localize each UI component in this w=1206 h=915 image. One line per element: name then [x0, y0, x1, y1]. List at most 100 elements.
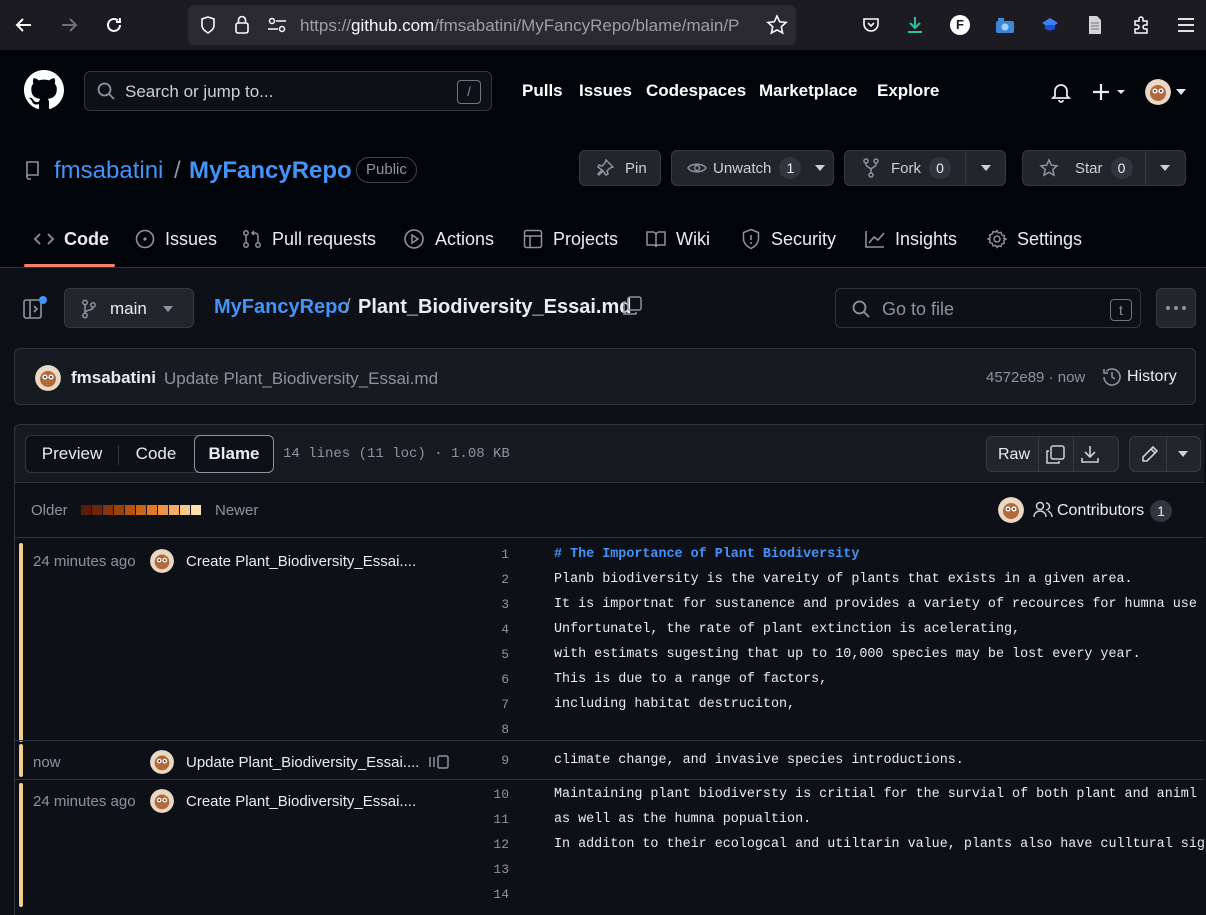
line-number[interactable]: 5: [479, 647, 509, 662]
commit-message[interactable]: Update Plant_Biodiversity_Essai.md: [164, 369, 438, 389]
history-icon[interactable]: [1101, 366, 1123, 388]
tab-pull-requests-label: Pull requests: [272, 228, 377, 249]
fork-button[interactable]: Fork 0: [844, 150, 1006, 186]
go-to-file-input[interactable]: Go to file t: [835, 288, 1141, 328]
code-line: In additon to their ecologcal and utilta…: [554, 837, 1204, 852]
pin-button[interactable]: Pin: [579, 150, 661, 186]
github-logo-icon[interactable]: [24, 70, 64, 110]
create-new-plus-icon[interactable]: [1091, 82, 1129, 102]
nav-pulls[interactable]: Pulls: [522, 81, 563, 101]
nav-codespaces[interactable]: Codespaces: [646, 81, 746, 101]
extension-cap-icon[interactable]: [1036, 11, 1064, 39]
line-number[interactable]: 6: [479, 672, 509, 687]
user-menu-caret-icon[interactable]: [1176, 89, 1186, 95]
profile-icon[interactable]: F: [946, 11, 974, 39]
line-number[interactable]: 10: [479, 787, 509, 802]
breadcrumb-repo-link[interactable]: MyFancyRepo: [214, 296, 350, 319]
line-number[interactable]: 1: [479, 547, 509, 562]
pencil-icon[interactable]: [1140, 444, 1160, 464]
lock-icon[interactable]: [232, 14, 252, 36]
shield-icon[interactable]: [198, 15, 218, 35]
line-number[interactable]: 13: [479, 862, 509, 877]
code-line: including habitat destruciton,: [554, 697, 796, 712]
line-number[interactable]: 4: [479, 622, 509, 637]
user-avatar[interactable]: [1145, 79, 1171, 105]
blame-author-avatar[interactable]: [150, 789, 174, 813]
line-number[interactable]: 12: [479, 837, 509, 852]
repo-owner-link[interactable]: fmsabatini: [54, 157, 163, 185]
commit-author[interactable]: fmsabatini: [71, 368, 156, 388]
star-button[interactable]: Star 0: [1022, 150, 1186, 186]
tab-insights-label: Insights: [895, 228, 958, 249]
blame-mode-button[interactable]: Blame: [194, 435, 274, 473]
bookmark-star-icon[interactable]: [766, 14, 788, 36]
line-number[interactable]: 2: [479, 572, 509, 587]
code-mode-button[interactable]: Code: [119, 436, 193, 472]
code-line: with estimats sugesting that up to 10,00…: [554, 647, 1141, 662]
line-number[interactable]: 9: [479, 753, 509, 768]
url-text[interactable]: https://github.com/fmsabatini/MyFancyRep…: [300, 16, 754, 36]
tab-insights[interactable]: Insights: [865, 228, 957, 250]
blame-commit-message[interactable]: Update Plant_Biodiversity_Essai....: [186, 754, 419, 771]
commit-author-avatar[interactable]: [35, 365, 61, 391]
raw-button[interactable]: Raw: [998, 446, 1030, 464]
tab-projects[interactable]: Projects: [523, 228, 618, 250]
tab-pull-requests[interactable]: Pull requests: [242, 228, 376, 250]
line-number[interactable]: 11: [479, 812, 509, 827]
tab-security[interactable]: Security: [741, 228, 836, 250]
extensions-puzzle-icon[interactable]: [1127, 11, 1155, 39]
tab-issues[interactable]: Issues: [135, 228, 217, 250]
copy-path-icon[interactable]: [622, 296, 642, 316]
permissions-icon[interactable]: [266, 15, 288, 35]
tab-settings[interactable]: Settings: [987, 228, 1082, 250]
star-caret-icon[interactable]: [1160, 165, 1170, 171]
blame-author-avatar[interactable]: [150, 549, 174, 573]
file-tree-toggle-icon[interactable]: [22, 296, 48, 322]
fork-label: Fork: [891, 159, 921, 177]
more-options-button[interactable]: [1156, 288, 1196, 328]
tab-code[interactable]: Code: [34, 228, 109, 250]
copy-raw-icon[interactable]: [1045, 445, 1065, 465]
blame-commit-message[interactable]: Create Plant_Biodiversity_Essai....: [186, 793, 416, 810]
extension-camera-icon[interactable]: [991, 11, 1019, 39]
hamburger-menu-icon[interactable]: [1172, 11, 1200, 39]
extension-page-icon[interactable]: [1081, 11, 1109, 39]
blame-author-avatar[interactable]: [150, 750, 174, 774]
line-number[interactable]: 8: [479, 722, 509, 737]
commit-sha-time[interactable]: 4572e89 · now: [986, 369, 1085, 386]
tab-actions[interactable]: Actions: [403, 228, 494, 250]
line-number[interactable]: 3: [479, 597, 509, 612]
nav-issues[interactable]: Issues: [579, 81, 632, 101]
tab-wiki[interactable]: Wiki: [646, 228, 710, 250]
url-bar[interactable]: https://github.com/fmsabatini/MyFancyRep…: [188, 5, 796, 45]
reblame-icon[interactable]: [428, 754, 450, 770]
preview-mode-button[interactable]: Preview: [26, 436, 118, 472]
forward-icon[interactable]: [55, 11, 83, 39]
bell-icon[interactable]: [1050, 81, 1072, 103]
reload-icon[interactable]: [100, 11, 128, 39]
branch-caret-icon: [163, 306, 173, 312]
download-raw-icon[interactable]: [1080, 444, 1100, 464]
repo-name-link[interactable]: MyFancyRepo: [189, 157, 352, 185]
watch-button[interactable]: Unwatch 1: [671, 150, 834, 186]
back-icon[interactable]: [10, 11, 38, 39]
code-line: It is importnat for sustanence and provi…: [554, 597, 1197, 612]
line-number[interactable]: 14: [479, 887, 509, 902]
global-search-input[interactable]: Search or jump to... /: [84, 71, 492, 111]
edit-caret-icon[interactable]: [1178, 451, 1188, 457]
tab-wiki-label: Wiki: [676, 228, 710, 249]
fork-caret-icon[interactable]: [981, 165, 991, 171]
branch-selector[interactable]: main: [64, 288, 194, 328]
pocket-icon[interactable]: [857, 11, 885, 39]
download-icon[interactable]: [901, 11, 929, 39]
contributor-avatar[interactable]: [998, 497, 1024, 523]
nav-explore[interactable]: Explore: [877, 81, 939, 101]
branch-icon: [81, 299, 97, 319]
book-icon: [646, 230, 676, 248]
blame-commit-message[interactable]: Create Plant_Biodiversity_Essai....: [186, 553, 416, 570]
nav-marketplace[interactable]: Marketplace: [759, 81, 857, 101]
contributors-label[interactable]: Contributors: [1057, 502, 1144, 520]
line-number[interactable]: 7: [479, 697, 509, 712]
history-link[interactable]: History: [1127, 368, 1177, 386]
raw-divider: [1038, 436, 1039, 472]
